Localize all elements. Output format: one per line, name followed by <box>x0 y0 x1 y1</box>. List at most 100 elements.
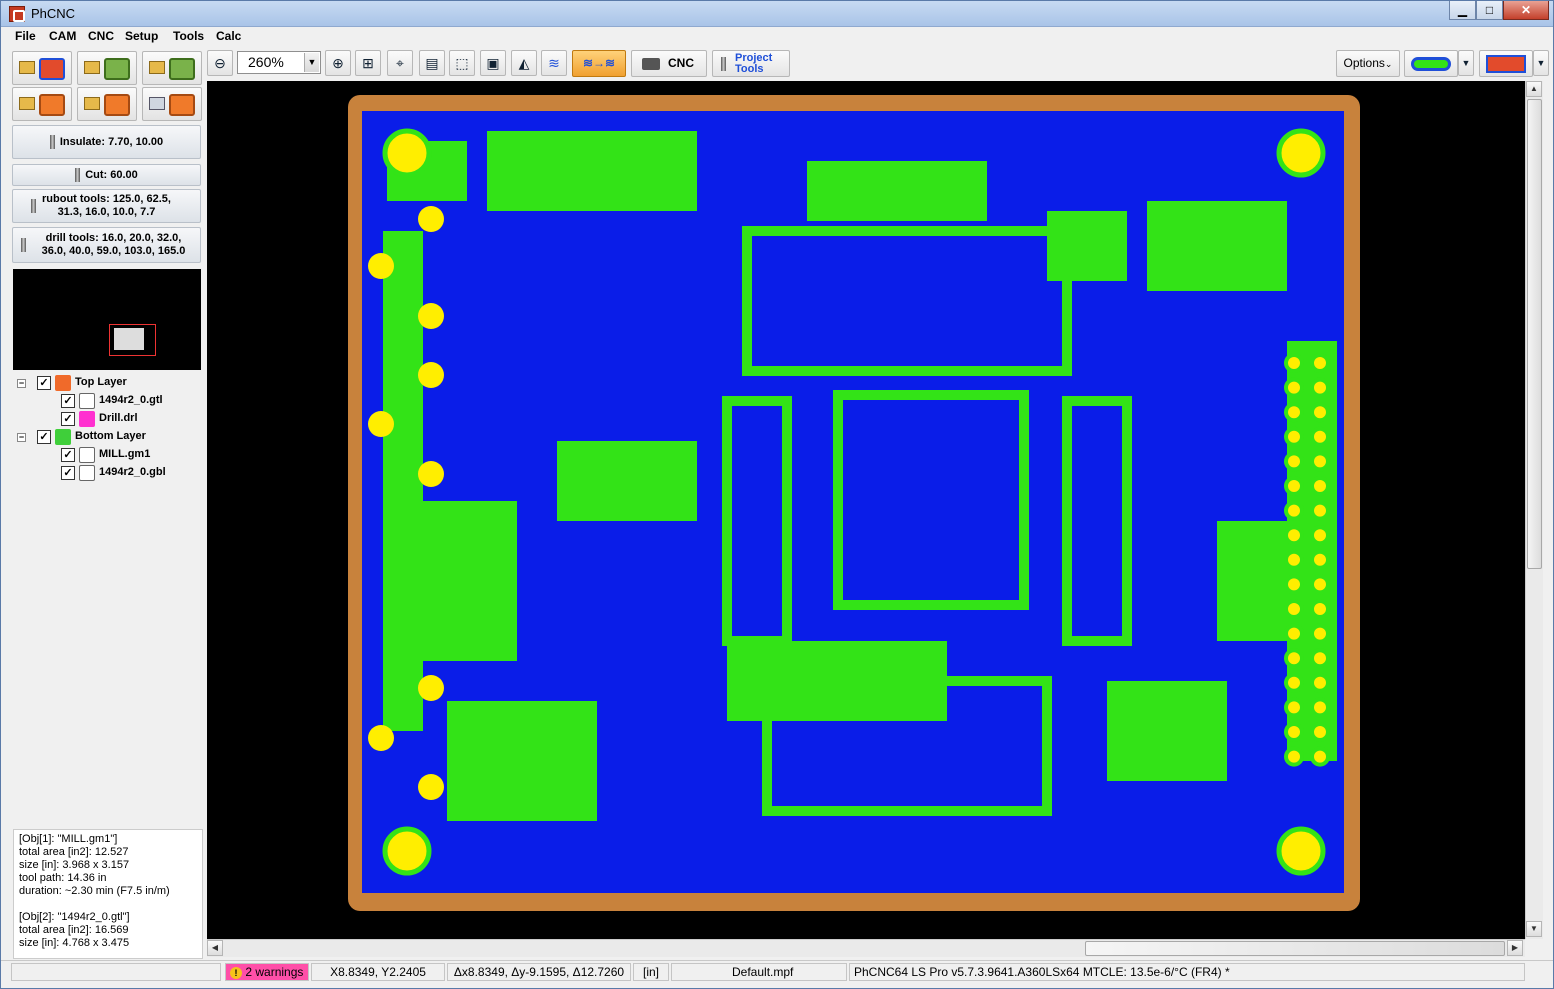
mill-file-icon <box>79 447 95 463</box>
rubout-tools-button[interactable]: rubout tools: 125.0, 62.5, 31.3, 16.0, 1… <box>12 189 201 223</box>
open-gerber-button[interactable] <box>12 51 72 85</box>
board-view-dropdown[interactable]: ▼ <box>1533 50 1549 76</box>
top-layer-checkbox[interactable]: ✓ <box>37 376 51 390</box>
title-bar: PhCNC ▁ □ ✕ <box>1 1 1553 27</box>
menu-cam[interactable]: CAM <box>49 29 76 43</box>
bottom-gbl-checkbox[interactable]: ✓ <box>61 466 75 480</box>
board-view-select[interactable] <box>1479 50 1533 77</box>
menu-tools[interactable]: Tools <box>173 29 204 43</box>
drill-label: Drill.drl <box>99 412 138 424</box>
header-pin-pad <box>1310 672 1330 693</box>
preview-viewport[interactable] <box>109 324 156 356</box>
board-preview[interactable] <box>13 269 201 370</box>
rubout-label-2: 31.3, 16.0, 10.0, 7.7 <box>57 206 156 218</box>
info-line <box>19 898 197 911</box>
bottom-layer-checkbox[interactable]: ✓ <box>37 430 51 444</box>
menu-calc[interactable]: Calc <box>216 29 241 43</box>
mill-label: MILL.gm1 <box>99 448 151 460</box>
minimize-button[interactable]: ▁ <box>1449 1 1476 20</box>
mill-bit-icon <box>49 135 55 150</box>
convert-icon: ≋→≋ <box>582 56 616 70</box>
delta-coordinates: Δx8.8349, Δy-9.1595, Δ12.7260 <box>447 963 631 981</box>
select-button[interactable]: ⬚ <box>449 50 475 76</box>
vertical-scroll-thumb[interactable] <box>1527 99 1542 569</box>
horizontal-scrollbar[interactable]: ◀ ▶ <box>207 939 1525 957</box>
save-project-button[interactable] <box>142 87 202 121</box>
toolpath-button[interactable]: ≋ <box>541 50 567 76</box>
scroll-right-arrow-icon[interactable]: ▶ <box>1507 940 1523 956</box>
mirror-button[interactable]: ◭ <box>511 50 537 76</box>
folder-icon <box>19 97 35 110</box>
pcb-board-view[interactable] <box>207 81 1525 939</box>
scroll-left-arrow-icon[interactable]: ◀ <box>207 940 223 956</box>
status-bar: ! 2 warnings X8.8349, Y2.2405 Δx8.8349, … <box>1 960 1553 982</box>
drill-label-2: 36.0, 40.0, 59.0, 103.0, 165.0 <box>41 245 186 257</box>
add-project-button[interactable] <box>77 87 137 121</box>
open-dxf-button[interactable] <box>142 51 202 85</box>
mill-checkbox[interactable]: ✓ <box>61 448 75 462</box>
layers-button[interactable]: ▤ <box>419 50 445 76</box>
header-pin-pad <box>1310 377 1330 398</box>
header-pin-pad <box>1284 648 1304 669</box>
project-icon <box>39 94 65 116</box>
zoom-select[interactable]: 260% ▼ <box>237 51 321 74</box>
bottom-layer-label: Bottom Layer <box>75 430 146 442</box>
open-project-button[interactable] <box>12 87 72 121</box>
view-button[interactable]: ▣ <box>480 50 506 76</box>
folder-icon <box>149 61 165 74</box>
warnings-badge[interactable]: ! 2 warnings <box>225 963 309 981</box>
zoom-out-icon: ⊖ <box>214 55 226 71</box>
zoom-in-button[interactable]: ⊕ <box>325 50 351 76</box>
measure-icon: ⌖ <box>396 55 404 71</box>
options-button[interactable]: Options⌄ <box>1336 50 1400 77</box>
header-pin-pad <box>1310 697 1330 718</box>
open-image-button[interactable] <box>77 51 137 85</box>
zoom-out-button[interactable]: ⊖ <box>207 50 233 76</box>
pcb-canvas[interactable] <box>207 81 1525 939</box>
warning-icon: ! <box>230 966 242 979</box>
folder-icon <box>19 61 35 74</box>
close-button[interactable]: ✕ <box>1503 1 1549 20</box>
drill-checkbox[interactable]: ✓ <box>61 412 75 426</box>
scroll-up-arrow-icon[interactable]: ▲ <box>1526 81 1542 97</box>
measure-button[interactable]: ⌖ <box>387 50 413 76</box>
cnc-button[interactable]: CNC <box>631 50 707 77</box>
collapse-icon[interactable]: − <box>17 379 26 388</box>
cursor-coordinates: X8.8349, Y2.2405 <box>311 963 445 981</box>
vertical-scrollbar[interactable]: ▲ ▼ <box>1525 81 1543 939</box>
top-gtl-checkbox[interactable]: ✓ <box>61 394 75 408</box>
header-pin-pad <box>1310 353 1330 373</box>
chevron-down-icon[interactable]: ▼ <box>304 53 319 72</box>
mirror-icon: ◭ <box>518 55 530 71</box>
center-chip-pad <box>843 400 1019 600</box>
scroll-down-arrow-icon[interactable]: ▼ <box>1526 921 1542 937</box>
header-pin-pad <box>1310 623 1330 644</box>
fit-icon: ⊞ <box>362 55 374 71</box>
cut-tools-button[interactable]: Cut: 60.00 <box>12 164 201 186</box>
header-pin-pad <box>1284 353 1304 373</box>
gerber-file-icon <box>79 393 95 409</box>
menu-file[interactable]: File <box>15 29 36 43</box>
collapse-icon[interactable]: − <box>17 433 26 442</box>
display-mode-dropdown[interactable]: ▼ <box>1458 50 1474 76</box>
convert-toolpath-button[interactable]: ≋→≋ <box>572 50 626 77</box>
mill-bit-icon <box>721 57 726 71</box>
menu-setup[interactable]: Setup <box>125 29 158 43</box>
insulate-tools-button[interactable]: Insulate: 7.70, 10.00 <box>12 125 201 159</box>
pcb-icon <box>39 58 65 80</box>
horizontal-scroll-thumb[interactable] <box>1085 941 1505 956</box>
app-logo-icon <box>9 6 25 22</box>
top-layer-label: Top Layer <box>75 376 127 388</box>
board-view-icon <box>1486 55 1526 73</box>
options-label: Options <box>1343 56 1385 70</box>
maximize-button[interactable]: □ <box>1476 1 1503 20</box>
connector-pad <box>418 206 444 232</box>
display-mode-select[interactable] <box>1404 50 1458 77</box>
zoom-fit-button[interactable]: ⊞ <box>355 50 381 76</box>
drill-tools-button[interactable]: drill tools: 16.0, 20.0, 32.0, 36.0, 40.… <box>12 227 201 263</box>
header-pin-pad <box>1284 697 1304 718</box>
menu-cnc[interactable]: CNC <box>88 29 114 43</box>
project-tools-button[interactable]: Project Tools <box>712 50 790 77</box>
mounting-hole-pad <box>382 128 432 178</box>
toolpath-icon: ≋ <box>548 55 560 71</box>
